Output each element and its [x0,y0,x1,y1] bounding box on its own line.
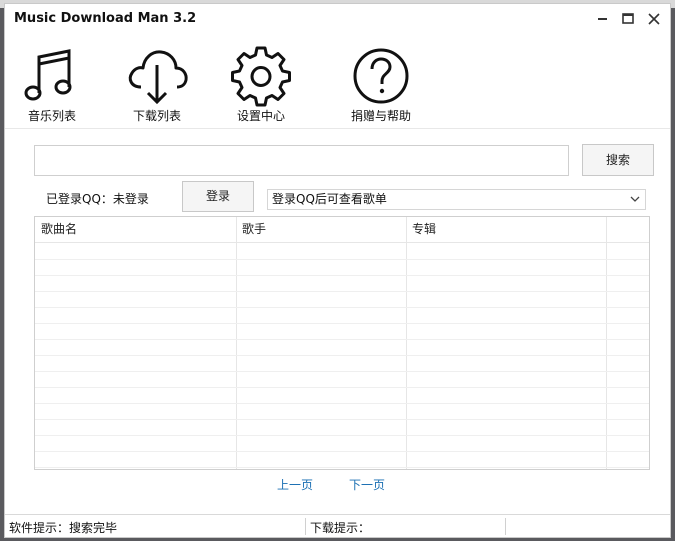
table-row [35,307,649,308]
toolbar-label-download-list: 下载列表 [132,109,181,123]
table-row [35,419,649,420]
chevron-down-icon [629,190,641,215]
status-divider [305,518,306,535]
toolbar-item-music-list[interactable]: 音乐列表 [7,42,97,128]
toolbar-divider [5,128,670,129]
toolbar-label-donate-help: 捐赠与帮助 [350,109,411,123]
gear-icon [227,45,295,107]
table-row [35,355,649,356]
playlist-select-value: 登录QQ后可查看歌单 [272,192,387,206]
table-row [35,451,649,452]
login-status-label: 已登录QQ：未登录 [46,192,149,206]
toolbar-label-settings: 设置中心 [236,109,285,123]
table-row [35,467,649,468]
toolbar-item-donate-help[interactable]: 捐赠与帮助 [336,42,426,128]
toolbar-label-music-list: 音乐列表 [27,109,76,123]
maximize-icon [622,13,634,24]
toolbar-item-settings[interactable]: 设置中心 [216,42,306,128]
column-divider [236,217,237,469]
column-header-album[interactable]: 专辑 [406,217,606,242]
main-toolbar: 音乐列表 下载列表 设置中心 捐赠与帮助 [5,42,670,128]
status-bar: 软件提示：搜索完毕 下载提示： [5,514,670,537]
search-input[interactable] [34,145,569,176]
column-divider [406,217,407,469]
playlist-select[interactable]: 登录QQ后可查看歌单 [267,189,646,210]
table-row [35,323,649,324]
toolbar-item-download-list[interactable]: 下载列表 [112,42,202,128]
table-row [35,435,649,436]
app-window: Music Download Man 3.2 音乐列表 下载列表 设置中心 捐赠… [4,3,671,538]
table-row [35,259,649,260]
login-button[interactable]: 登录 [182,181,254,212]
search-button[interactable]: 搜索 [582,144,654,176]
status-divider [505,518,506,535]
music-note-icon [18,45,86,107]
table-row [35,387,649,388]
help-icon [347,45,415,107]
table-row [35,275,649,276]
download-tip-text: 下载提示： [310,521,371,535]
column-header-song-name[interactable]: 歌曲名 [35,217,236,242]
table-header: 歌曲名 歌手 专辑 [35,217,649,243]
column-divider [606,217,607,469]
column-header-artist[interactable]: 歌手 [236,217,406,242]
table-row [35,291,649,292]
maximize-button[interactable] [620,11,636,27]
table-row [35,371,649,372]
table-row [35,403,649,404]
minimize-button[interactable] [595,11,611,27]
software-tip-text: 软件提示：搜索完毕 [9,521,118,535]
song-table[interactable]: 歌曲名 歌手 专辑 [34,216,650,470]
column-header-extra[interactable] [606,217,649,242]
table-row [35,339,649,340]
prev-page-link[interactable]: 上一页 [277,476,313,493]
minimize-icon [598,18,607,20]
title-bar: Music Download Man 3.2 [5,4,670,34]
cloud-download-icon [123,45,191,107]
window-title: Music Download Man 3.2 [14,11,197,26]
close-icon [648,13,660,25]
next-page-link[interactable]: 下一页 [349,476,385,493]
close-button[interactable] [646,11,662,27]
